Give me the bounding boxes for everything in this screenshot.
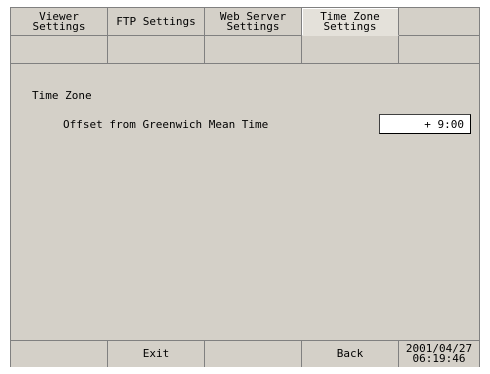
- section-title: Time Zone: [32, 89, 92, 102]
- sub-tab-slot: [205, 36, 302, 63]
- tab-ftp-settings[interactable]: FTP Settings: [108, 8, 205, 36]
- bottom-empty-slot: [205, 341, 302, 367]
- datetime-display: 2001/04/27 06:19:46: [399, 341, 479, 367]
- exit-button[interactable]: Exit: [108, 341, 205, 367]
- tab-web-server-settings[interactable]: Web Server Settings: [205, 8, 302, 36]
- sub-tab-slot: [302, 36, 399, 63]
- offset-label: Offset from Greenwich Mean Time: [63, 118, 269, 131]
- settings-window: Viewer Settings FTP Settings Web Server …: [10, 7, 480, 367]
- tab-bar: Viewer Settings FTP Settings Web Server …: [11, 8, 479, 36]
- tab-empty: [399, 8, 479, 36]
- sub-tab-slot: [399, 36, 479, 63]
- tab-time-zone-settings[interactable]: Time Zone Settings: [302, 8, 399, 36]
- sub-tab-bar: [11, 36, 479, 64]
- back-button[interactable]: Back: [302, 341, 399, 367]
- sub-tab-slot: [108, 36, 205, 63]
- settings-content: Time Zone Offset from Greenwich Mean Tim…: [11, 64, 479, 340]
- gmt-offset-field[interactable]: + 9:00: [379, 114, 471, 134]
- sub-tab-slot: [11, 36, 108, 63]
- bottom-bar: Exit Back 2001/04/27 06:19:46: [11, 340, 479, 367]
- bottom-empty-slot: [11, 341, 108, 367]
- tab-viewer-settings[interactable]: Viewer Settings: [11, 8, 108, 36]
